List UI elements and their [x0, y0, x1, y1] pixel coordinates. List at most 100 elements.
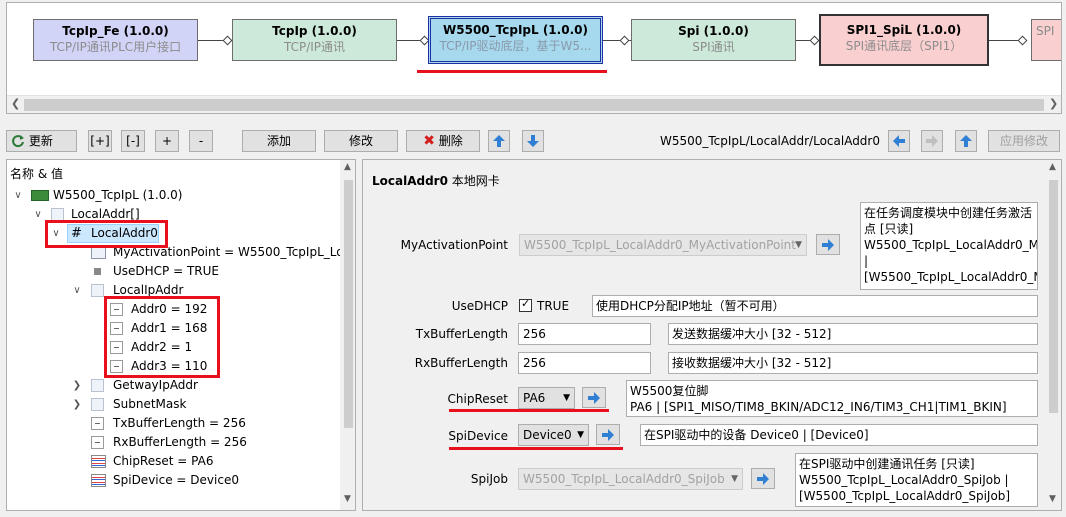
select-value: PA6 [523, 391, 546, 405]
spijob-goto-button[interactable] [751, 468, 775, 489]
tree-item-label: RxBufferLength = 256 [113, 435, 247, 449]
tree-item-label: W5500_TcpIpL (1.0.0) [53, 188, 183, 202]
chipreset-select[interactable]: PA6 ▼ [518, 387, 575, 409]
usedhcp-label: UseDHCP [451, 299, 508, 313]
expand-all-button[interactable]: [+] [88, 130, 112, 152]
module-card-tcpip[interactable]: TcpIp (1.0.0) TCP/IP通讯 [232, 19, 397, 61]
checkmark-icon: ✓ [521, 297, 531, 310]
arrow-right-icon [926, 135, 938, 147]
connector-diamond [619, 35, 630, 46]
scroll-up-icon[interactable]: ▲ [1049, 162, 1056, 172]
spijob-note: 在SPI驱动中创建通讯任务 [只读] W5500_TcpIpL_LocalAdd… [795, 453, 1038, 507]
module-desc: SPI通讯 [692, 40, 735, 54]
usedhcp-checkbox[interactable]: ✓ [519, 297, 532, 312]
rxbufferlength-input[interactable]: 256 [518, 352, 651, 374]
horizontal-scrollbar[interactable]: ❮ ❯ [7, 95, 1061, 113]
arrow-right-icon [757, 473, 769, 485]
list-icon [91, 455, 106, 468]
spidevice-select[interactable]: Device0 ▼ [518, 424, 589, 446]
arrow-left-icon [893, 135, 905, 147]
collapse-all-button[interactable]: [-] [121, 130, 145, 152]
spidevice-goto-button[interactable] [596, 424, 620, 445]
move-up-button[interactable] [488, 130, 510, 152]
spijob-select[interactable]: W5500_TcpIpL_LocalAddr0_SpiJob ▼ [518, 468, 743, 490]
chipreset-note: W5500复位脚 PA6 | [SPI1_MISO/TIM8_BKIN/ADC1… [626, 380, 1038, 417]
chevron-down-icon: ▼ [577, 430, 584, 440]
refresh-button[interactable]: 更新 [6, 130, 77, 152]
chevron-down-icon[interactable]: ∨ [13, 186, 23, 205]
scroll-up-icon[interactable]: ▲ [344, 162, 351, 172]
tree-item-label: SubnetMask [113, 397, 187, 411]
module-card-spi1-spil[interactable]: SPI1_SpiL (1.0.0) SPI通讯底层（SPI1） [819, 14, 989, 66]
module-name: TcpIp (1.0.0) [272, 24, 357, 38]
txbufferlength-note: 发送数据缓冲大小 [32 - 512] [668, 323, 1038, 345]
module-desc: SPI通讯底层（SPI1） [845, 39, 963, 53]
connector-diamond [222, 35, 233, 46]
container-icon [91, 284, 104, 297]
chevron-down-icon[interactable]: ∨ [72, 281, 82, 300]
panel-vertical-scrollbar[interactable]: ▲ ▼ [1045, 160, 1061, 510]
scroll-down-icon[interactable]: ▼ [344, 494, 351, 504]
nav-up-button[interactable] [955, 130, 977, 152]
module-card-w5500-selected[interactable]: W5500_TcpIpL (1.0.0) TCP/IP驱动底层，基于W5... [428, 16, 603, 64]
chevron-down-icon[interactable]: ∨ [33, 205, 43, 224]
add-button[interactable]: 添加 [242, 130, 316, 152]
scroll-thumb[interactable] [1049, 180, 1058, 413]
module-name: TcpIp_Fe (1.0.0) [62, 24, 169, 38]
txbufferlength-input[interactable]: 256 [518, 323, 651, 345]
tree-item-label: GetwayIpAddr [113, 378, 198, 392]
chipreset-goto-button[interactable] [582, 387, 606, 408]
scroll-down-icon[interactable]: ▼ [1049, 494, 1056, 504]
tree-item-label: ChipReset = PA6 [113, 454, 214, 468]
module-name: Spi (1.0.0) [678, 24, 749, 38]
refresh-label: 更新 [28, 134, 53, 148]
connector-diamond [1017, 35, 1028, 46]
module-chain: TcpIp_Fe (1.0.0) TCP/IP通讯PLC用户接口 TcpIp (… [6, 2, 1062, 114]
module-card-partial[interactable]: SPI [1031, 19, 1061, 61]
scroll-right-icon[interactable]: ❯ [1049, 97, 1058, 110]
chevron-down-icon: ▼ [795, 240, 802, 250]
tree-item-label: SpiDevice = Device0 [113, 473, 239, 487]
tree-item-label: TxBufferLength = 256 [113, 416, 246, 430]
myactivationpoint-select[interactable]: W5500_TcpIpL_LocalAddr0_MyActivationPoin… [519, 234, 807, 256]
tree-item-label: UseDHCP = TRUE [113, 264, 220, 278]
container-icon [91, 398, 104, 411]
chipreset-label: ChipReset [447, 392, 508, 406]
nav-back-button[interactable] [888, 130, 910, 152]
spijob-label: SpiJob [470, 472, 508, 486]
arrow-right-icon [602, 429, 614, 441]
refresh-icon [12, 135, 24, 148]
myactivationpoint-label: MyActivationPoint [400, 238, 508, 252]
property-panel: LocalAddr0 本地网卡 MyActivationPoint W5500_… [362, 159, 1062, 511]
apply-changes-button[interactable]: 应用修改 [988, 130, 1060, 152]
highlight-box-localaddr0 [45, 220, 168, 248]
nav-forward-button[interactable] [921, 130, 943, 152]
select-value: W5500_TcpIpL_LocalAddr0_SpiJob [523, 472, 725, 486]
rxbufferlength-label: RxBufferLength [414, 356, 508, 370]
chevron-right-icon[interactable]: ❯ [72, 376, 82, 395]
highlight-underline [449, 447, 623, 450]
scroll-thumb[interactable] [344, 180, 353, 428]
container-icon [91, 379, 104, 392]
module-card-tcpip-fe[interactable]: TcpIp_Fe (1.0.0) TCP/IP通讯PLC用户接口 [33, 19, 198, 61]
scroll-thumb[interactable] [24, 99, 1044, 111]
arrow-down-icon [527, 135, 539, 147]
module-name: SPI1_SpiL (1.0.0) [846, 23, 962, 37]
delete-button[interactable]: ✖ 删除 [406, 130, 480, 152]
chevron-right-icon[interactable]: ❯ [72, 395, 82, 414]
txbufferlength-label: TxBufferLength [415, 327, 508, 341]
module-icon [31, 190, 49, 201]
modify-button[interactable]: 修改 [324, 130, 398, 152]
highlight-box-ipaddr [104, 296, 220, 378]
boolean-icon [94, 268, 101, 275]
arrow-right-icon [822, 239, 834, 251]
myactivationpoint-goto-button[interactable] [816, 234, 840, 255]
usedhcp-value: TRUE [537, 299, 570, 313]
module-desc: TCP/IP通讯 [283, 40, 346, 54]
module-card-spi[interactable]: Spi (1.0.0) SPI通讯 [631, 19, 796, 61]
move-down-button[interactable] [522, 130, 544, 152]
tree-vertical-scrollbar[interactable]: ▲ ▼ [340, 160, 355, 510]
minus-button[interactable]: - [189, 130, 213, 152]
scroll-left-icon[interactable]: ❮ [11, 97, 20, 110]
plus-button[interactable]: + [155, 130, 179, 152]
